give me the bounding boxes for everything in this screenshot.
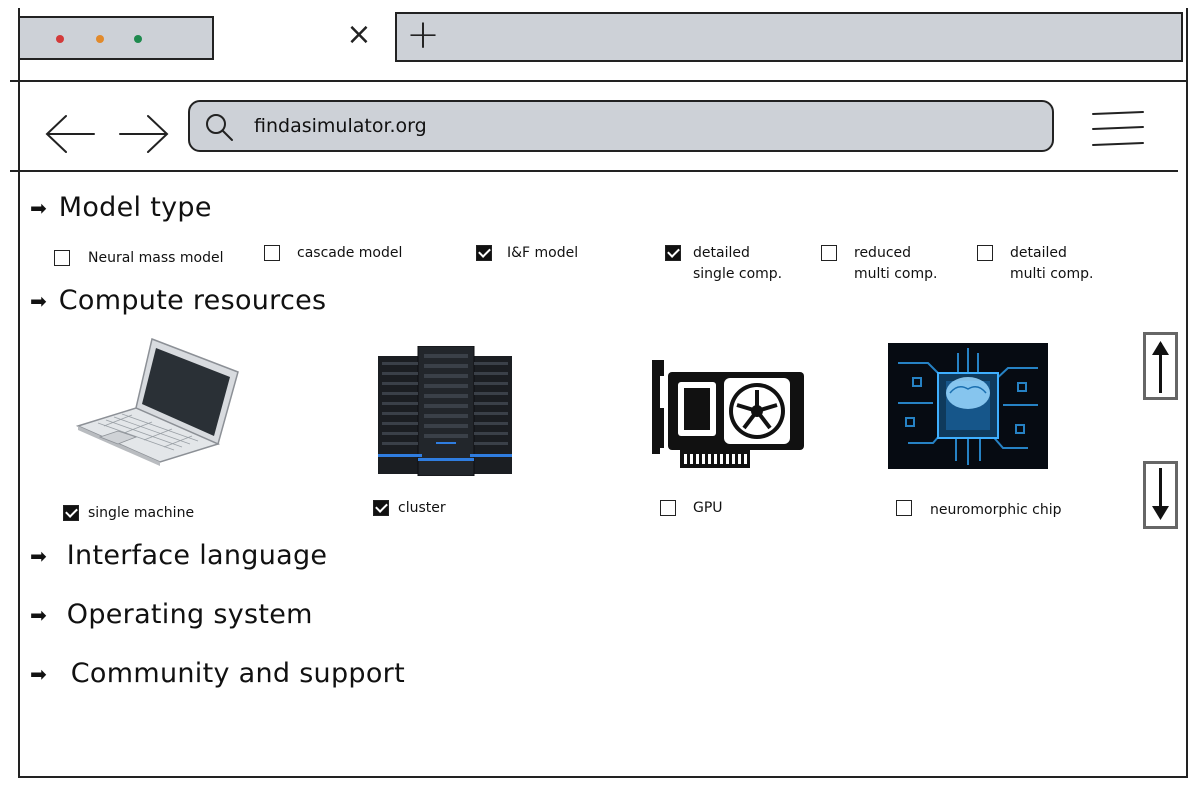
section-title: Compute resources [58,285,327,316]
section-arrow-icon: ➡ [30,288,47,313]
option-label: detailed single comp. [693,245,783,282]
laptop-icon [75,337,239,466]
section-arrow-icon: ➡ [30,195,47,220]
section-operating-system[interactable]: ➡ Operating system [30,599,313,630]
checkbox-if-model[interactable] [476,245,492,261]
option-label: neuromorphic chip [930,502,1062,518]
option-label: cascade model [297,245,403,261]
section-title: Community and support [70,658,405,689]
section-title: Operating system [66,599,313,630]
address-bar[interactable]: findasimulator.org [188,100,1054,152]
section-title: Interface language [66,540,328,571]
new-tab-icon[interactable]: + [403,15,443,56]
scroll-down-button[interactable] [1143,461,1178,529]
gpu-card-icon [652,360,804,468]
option-label: single machine [88,505,195,521]
url-text[interactable]: findasimulator.org [254,115,427,137]
checkbox-cascade-model[interactable] [264,245,280,261]
back-arrow-icon[interactable] [42,112,98,156]
option-label: GPU [693,500,723,516]
search-icon [206,114,233,141]
option-label: detailed multi comp. [1010,245,1094,282]
section-interface-language[interactable]: ➡ Interface language [30,540,327,571]
section-title: Model type [58,192,212,223]
hamburger-menu-icon[interactable] [1090,106,1146,150]
section-community-support[interactable]: ➡ Community and support [30,658,405,689]
checkbox-neural-mass-model[interactable] [54,250,70,266]
checkbox-single-machine[interactable] [63,505,79,521]
checkbox-detailed-multi-comp[interactable] [977,245,993,261]
option-label: Neural mass model [88,250,224,266]
section-arrow-icon: ➡ [30,543,47,568]
section-arrow-icon: ➡ [30,661,47,686]
checkbox-gpu[interactable] [660,500,676,516]
scroll-up-button[interactable] [1143,332,1178,400]
arrow-up-icon [1152,341,1169,393]
section-model-type[interactable]: ➡ Model type [30,192,212,223]
option-label: cluster [398,500,446,516]
checkbox-detailed-single-comp[interactable] [665,245,681,261]
minimize-dot-icon[interactable] [96,35,104,43]
forward-arrow-icon[interactable] [116,112,172,156]
tab-strip [395,12,1183,62]
option-label: I&F model [507,245,579,261]
maximize-dot-icon[interactable] [134,35,142,43]
checkbox-cluster[interactable] [373,500,389,516]
browser-tab[interactable] [18,16,214,60]
server-rack-icon [378,346,512,476]
arrow-down-icon [1152,468,1169,520]
checkbox-neuromorphic-chip[interactable] [896,500,912,516]
section-compute-resources[interactable]: ➡ Compute resources [30,285,326,316]
close-dot-icon[interactable] [56,35,64,43]
neuromorphic-chip-icon [888,343,1048,469]
tab-close-icon[interactable]: × [344,18,374,52]
checkbox-reduced-multi-comp[interactable] [821,245,837,261]
toolbar-divider [10,170,1178,172]
section-arrow-icon: ➡ [30,602,47,627]
tabbar-divider [10,80,1188,82]
option-label: reduced multi comp. [854,245,938,282]
